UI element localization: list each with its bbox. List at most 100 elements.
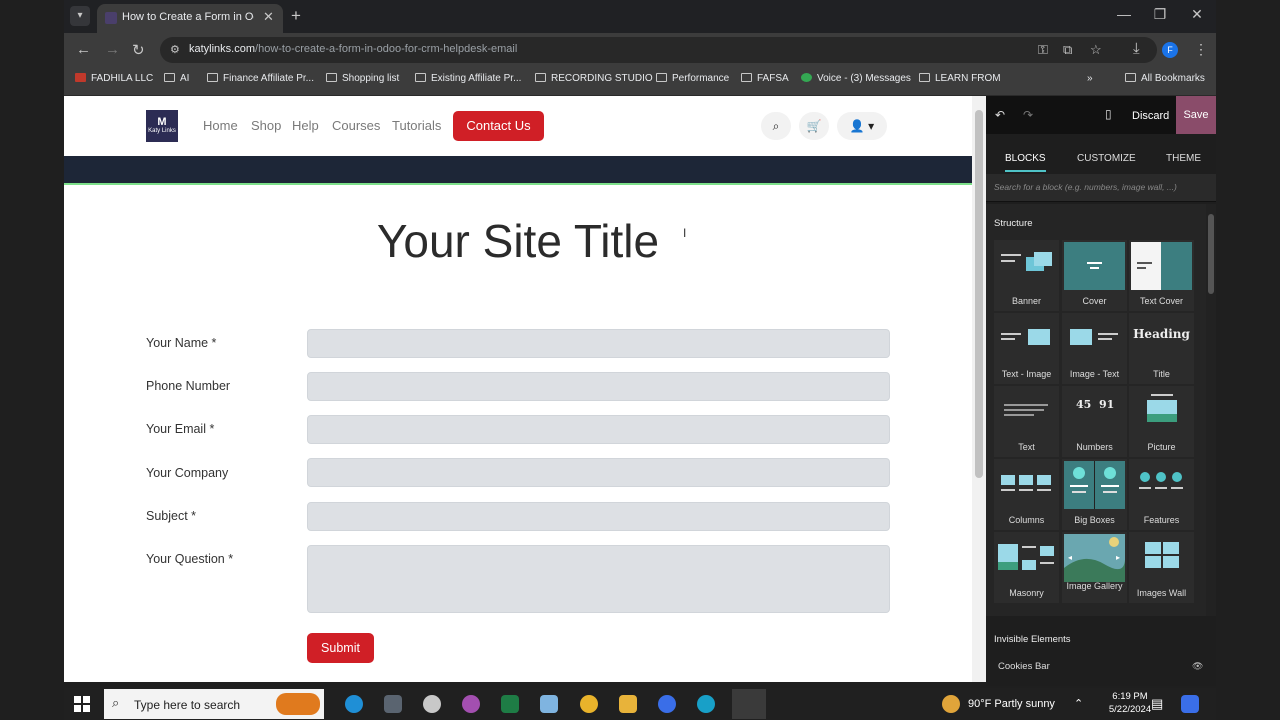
tab-blocks[interactable]: BLOCKS [1005,153,1046,172]
your-company-input[interactable] [307,458,890,487]
bookmark-star-icon[interactable]: ☆ [1090,42,1102,58]
browser-tab-active[interactable]: How to Create a Form in Odoo ✕ [97,4,283,33]
browser-menu-icon[interactable]: ⋮ [1194,41,1208,58]
close-window-icon[interactable]: ✕ [1182,6,1212,23]
bookmark-item[interactable]: Existing Affiliate Pr... [415,73,521,84]
user-menu-icon[interactable]: 👤 ▾ [837,112,887,140]
snippet-text-image[interactable]: Text - Image [994,313,1059,384]
password-key-icon[interactable]: ⚿ [1038,42,1048,58]
title-thumb: Heading [1131,315,1192,363]
snippet-images-wall[interactable]: Images Wall [1129,532,1194,603]
bookmark-item[interactable]: LEARN FROM [919,73,1001,84]
tray-chevron-icon[interactable]: ⌃ [1074,697,1083,710]
all-bookmarks[interactable]: All Bookmarks [1125,73,1205,84]
cookies-bar-item[interactable]: Cookies Bar [998,661,1050,672]
install-app-icon[interactable]: ⧉ [1063,42,1072,58]
app-blue-icon[interactable] [658,695,676,713]
undo-icon[interactable]: ↶ [995,108,1005,122]
site-logo[interactable]: M Katy Links [146,110,178,142]
reload-icon[interactable]: ↻ [132,41,145,59]
snippet-numbers[interactable]: 45 91 Numbers [1062,386,1127,457]
submit-button[interactable]: Submit [307,633,374,663]
tab-customize[interactable]: CUSTOMIZE [1077,153,1136,164]
snippet-masonry[interactable]: Masonry [994,532,1059,603]
nav-shop[interactable]: Shop [251,118,281,133]
snippet-cover[interactable]: Cover [1062,240,1127,311]
blocks-scroll-thumb[interactable] [1208,214,1214,294]
your-email-input[interactable] [307,415,890,444]
notepad-icon[interactable] [540,695,558,713]
tab-theme[interactable]: THEME [1166,153,1201,164]
app-tray-icon[interactable] [1181,695,1199,713]
snippet-columns[interactable]: Columns [994,459,1059,530]
weather-text[interactable]: 90°F Partly sunny [968,698,1055,710]
url-text[interactable]: katylinks.com/how-to-create-a-form-in-od… [189,43,517,55]
snippet-features[interactable]: Features [1129,459,1194,530]
profile-avatar[interactable]: F [1162,42,1178,58]
bookmark-item[interactable]: Voice - (3) Messages [801,73,911,84]
app-teal-icon[interactable] [697,695,715,713]
your-question-textarea[interactable] [307,545,890,613]
bookmark-item[interactable]: FADHILA LLC [75,73,153,84]
app-circle-icon[interactable] [462,695,480,713]
bookmark-item[interactable]: FAFSA [741,73,789,84]
nav-help[interactable]: Help [292,118,319,133]
block-search-input[interactable]: Search for a block (e.g. numbers, image … [986,174,1216,202]
phone-number-input[interactable] [307,372,890,401]
features-thumb [1131,461,1192,509]
bookmark-item[interactable]: Performance [656,73,729,84]
save-button[interactable]: Save [1176,96,1216,134]
bookmark-item[interactable]: Finance Affiliate Pr... [207,73,314,84]
file-explorer-icon[interactable] [619,695,637,713]
snippet-big-boxes[interactable]: Big Boxes [1062,459,1127,530]
windows-start-icon[interactable] [74,696,90,712]
contact-us-button[interactable]: Contact Us [453,111,544,141]
snippet-banner[interactable]: Banner [994,240,1059,311]
snippet-title[interactable]: Heading Title [1129,313,1194,384]
snippet-text-cover[interactable]: Text Cover [1129,240,1194,311]
snippet-image-gallery[interactable]: ◂ ▸ Image Gallery [1062,532,1127,603]
minimize-icon[interactable]: — [1109,6,1139,22]
redo-icon[interactable]: ↷ [1023,108,1033,122]
forward-icon[interactable]: → [105,41,120,58]
snippet-text[interactable]: Text [994,386,1059,457]
weather-icon[interactable] [942,695,960,713]
edge-icon[interactable] [345,695,363,713]
taskbar-search-input[interactable]: ⌕ Type here to search [104,689,324,719]
chrome-icon[interactable] [580,695,598,713]
close-tab-icon[interactable]: ✕ [263,9,274,25]
site-info-icon[interactable]: ⚙ [170,43,180,56]
nav-home[interactable]: Home [203,118,238,133]
snippet-label: Text [1018,442,1035,452]
text-image-thumb [996,315,1057,363]
restore-icon[interactable]: ❐ [1145,6,1175,23]
your-name-input[interactable] [307,329,890,358]
excel-icon[interactable] [501,695,519,713]
bookmarks-overflow-icon[interactable]: » [1087,73,1093,84]
blocks-scrollbar[interactable] [1206,204,1216,616]
mobile-preview-icon[interactable]: ▯ [1105,107,1112,121]
snippet-picture[interactable]: Picture [1129,386,1194,457]
snippet-image-text[interactable]: Image - Text [1062,313,1127,384]
cart-icon[interactable]: 🛒 [799,112,829,140]
discard-button[interactable]: Discard [1132,110,1169,122]
chrome-active-icon[interactable] [732,689,766,719]
page-scroll-thumb[interactable] [975,110,983,478]
bookmark-item[interactable]: AI [164,73,189,84]
subject-input[interactable] [307,502,890,531]
search-icon[interactable]: ⌕ [761,112,791,140]
nav-tutorials[interactable]: Tutorials [392,118,441,133]
app-icon[interactable] [423,695,441,713]
notifications-icon[interactable]: ▤ [1151,696,1163,712]
download-icon[interactable]: ⤓ [1133,40,1140,57]
tab-search-menu-icon[interactable]: ▾ [70,6,90,26]
bookmark-item[interactable]: RECORDING STUDIO [535,73,653,84]
back-icon[interactable]: ← [76,41,91,58]
nav-courses[interactable]: Courses [332,118,380,133]
page-scrollbar[interactable] [972,96,986,682]
address-bar[interactable]: ⚙ katylinks.com/how-to-create-a-form-in-… [160,37,1157,63]
calculator-icon[interactable] [384,695,402,713]
new-tab-icon[interactable]: + [291,6,301,26]
bookmark-item[interactable]: Shopping list [326,73,399,84]
eye-icon[interactable]: 👁 [1192,661,1203,672]
